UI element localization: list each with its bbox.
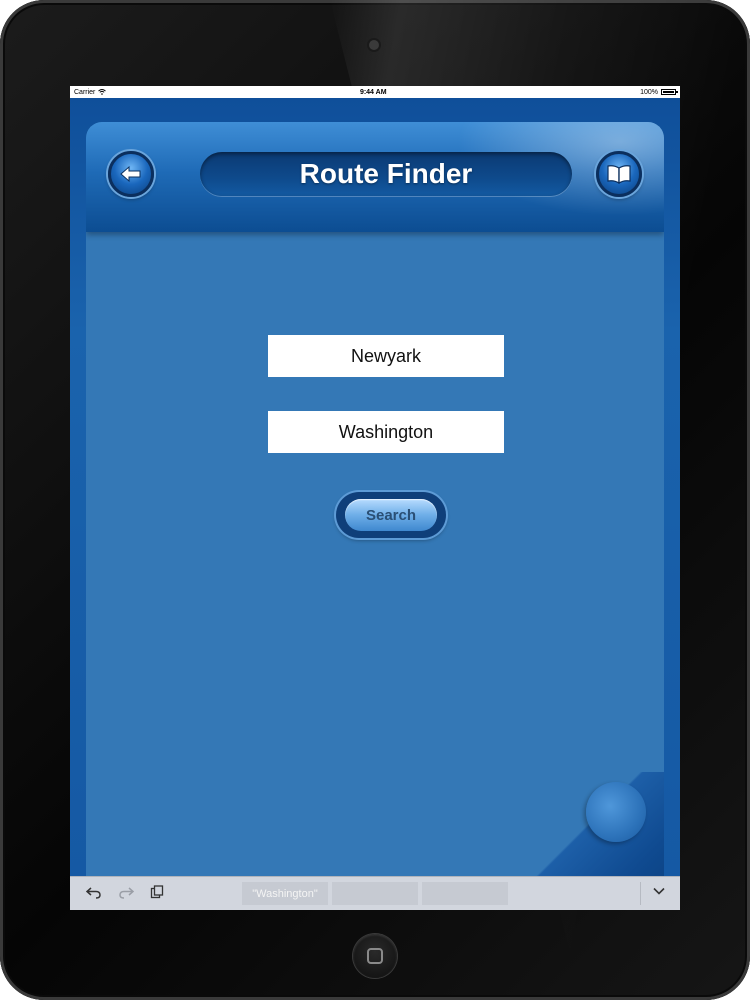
content-page: Route Finder Search [86,122,664,888]
battery-icon [660,89,678,95]
battery-fill [662,91,674,93]
arrow-left-icon [120,165,141,183]
search-button-frame: Search [336,492,446,538]
suggestion-2[interactable] [332,882,418,905]
book-icon [607,165,631,185]
screen: Carrier 9:44 AM 100% Route Finder Newyar… [70,86,680,910]
status-time: 9:44 AM [359,88,387,96]
redo-icon[interactable] [118,885,134,899]
status-right: 100% [640,88,678,96]
from-input[interactable] [268,335,504,377]
home-square-icon [367,948,383,964]
wifi-icon [98,89,107,95]
status-left: Carrier [74,88,107,96]
page-curl-shadow [516,772,664,888]
chevron-down-icon[interactable] [652,884,666,898]
carrier-label: Carrier [74,88,96,96]
undo-icon[interactable] [86,885,102,899]
suggestion-3[interactable] [422,882,508,905]
ipad-frame: Carrier 9:44 AM 100% Route Finder Newyar… [0,0,750,1000]
page-title: Route Finder [299,158,473,189]
search-button[interactable]: Search [345,499,437,531]
to-input[interactable] [268,411,504,453]
suggestion-1[interactable]: "Washington" [242,882,328,905]
home-button[interactable] [353,934,397,978]
status-bar: Carrier 9:44 AM 100% [70,86,680,98]
keyboard-shortcut-bar: "Washington" [70,876,680,910]
header: Route Finder [86,122,664,232]
app-background: Route Finder Search [70,98,680,888]
back-button[interactable] [108,151,154,197]
paste-icon[interactable] [150,885,164,899]
title-pill: Route Finder [200,152,572,196]
page-curl [586,782,646,842]
front-camera [369,40,379,50]
book-button[interactable] [596,151,642,197]
battery-percent: 100% [640,88,658,96]
toolbar-divider [640,882,641,905]
